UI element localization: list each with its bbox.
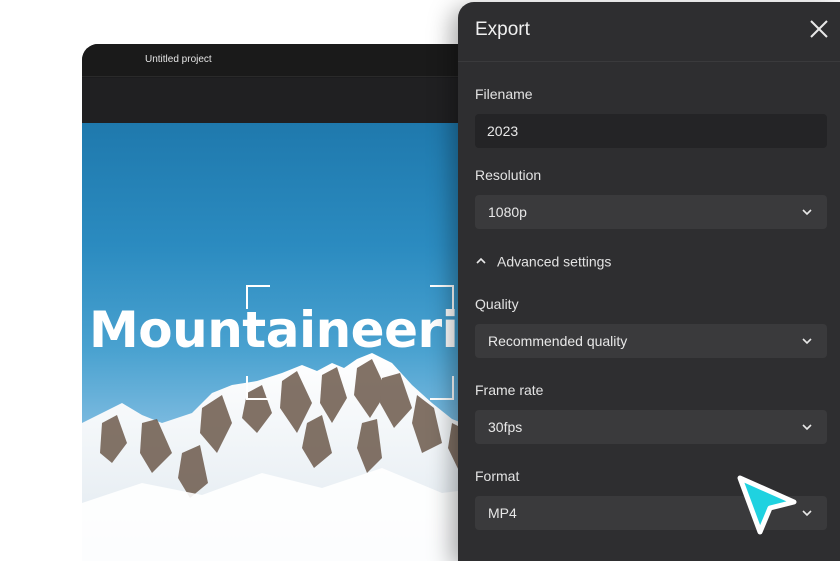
close-button[interactable] [806,16,832,42]
quality-select[interactable]: Recommended quality [475,324,827,358]
quality-label: Quality [475,296,519,312]
close-icon [810,20,828,38]
editor-toolbar [82,78,522,124]
resolution-select[interactable]: 1080p [475,195,827,229]
selection-handle-top-left[interactable] [246,285,270,309]
project-title[interactable]: Untitled project [145,54,212,65]
frame-rate-label: Frame rate [475,382,544,398]
advanced-settings-label: Advanced settings [497,253,612,270]
frame-rate-select[interactable]: 30fps [475,410,827,444]
quality-value: Recommended quality [488,333,628,349]
advanced-settings-toggle[interactable]: Advanced settings [475,252,611,269]
format-label: Format [475,468,520,484]
chevron-down-icon [802,510,812,517]
video-canvas[interactable]: Mountaineering [82,123,522,561]
filename-input[interactable] [475,114,827,148]
filename-label: Filename [475,86,533,102]
export-title: Export [475,19,530,40]
chevron-down-icon [802,338,812,345]
format-value: MP4 [488,505,517,521]
selection-handle-bottom-right[interactable] [430,376,454,400]
chevron-up-icon [476,258,486,264]
selection-handle-top-right[interactable] [430,285,454,309]
editor-titlebar: Untitled project [82,44,522,77]
chevron-down-icon [802,424,812,431]
export-header: Export [458,2,840,62]
frame-rate-value: 30fps [488,419,523,435]
resolution-label: Resolution [475,167,542,183]
chevron-down-icon [802,209,812,216]
selection-handle-bottom-left[interactable] [246,376,270,400]
resolution-value: 1080p [488,204,527,220]
pointer-cursor-icon [737,475,797,535]
editor-window: Untitled project Mountaineering [82,44,522,561]
